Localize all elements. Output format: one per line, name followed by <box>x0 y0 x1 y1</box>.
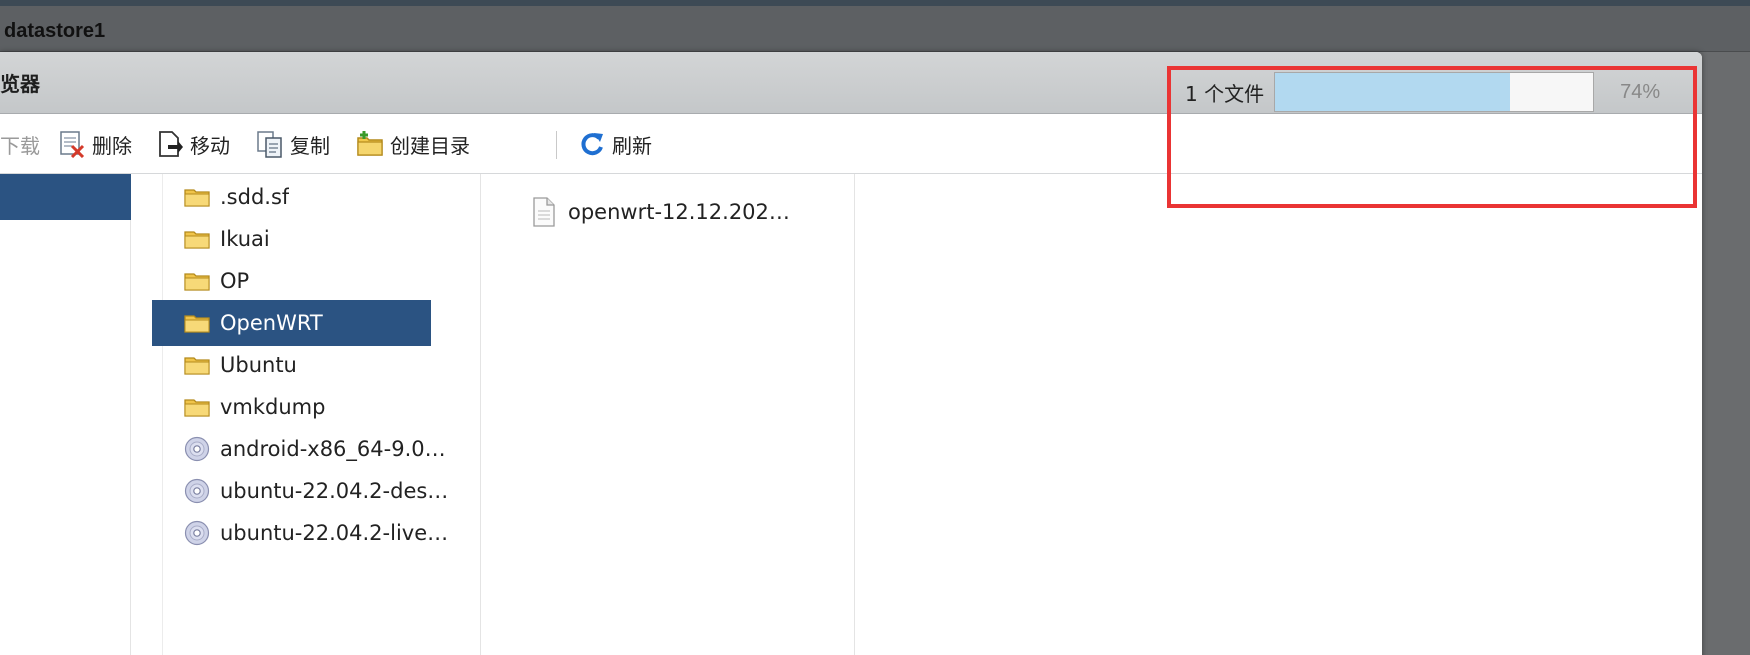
selected-tree-item[interactable] <box>0 174 131 220</box>
refresh-icon <box>581 133 603 156</box>
move-button[interactable]: 移动 <box>156 114 230 174</box>
file-name: openwrt-12.12.202… <box>568 200 790 224</box>
file-list-pane: openwrt-12.12.202… <box>481 174 855 655</box>
create-directory-label: 创建目录 <box>390 133 470 158</box>
list-item[interactable]: Ikuai <box>170 216 480 262</box>
folder-name: ubuntu-22.04.2-des… <box>220 479 449 503</box>
disc-icon <box>184 478 210 504</box>
copy-label: 复制 <box>290 133 330 158</box>
list-item[interactable]: OP <box>170 258 480 304</box>
move-icon <box>159 131 183 157</box>
dialog-title: 览器 <box>0 72 40 96</box>
copy-icon <box>257 131 282 158</box>
copy-button[interactable]: 复制 <box>256 114 330 174</box>
folder-name: vmkdump <box>220 395 326 419</box>
refresh-label: 刷新 <box>612 133 652 158</box>
folder-item-selected[interactable]: OpenWRT <box>152 300 431 346</box>
list-item[interactable]: android-x86_64-9.0… <box>170 426 480 472</box>
folder-name: ubuntu-22.04.2-live… <box>220 521 449 545</box>
list-item[interactable]: ubuntu-22.04.2-live… <box>170 510 480 556</box>
file-icon <box>533 197 555 227</box>
background-panel <box>1700 52 1750 655</box>
list-item[interactable]: Ubuntu <box>170 342 480 388</box>
folder-icon <box>184 189 210 207</box>
delete-icon <box>60 131 85 158</box>
folder-name: OpenWRT <box>220 311 323 335</box>
download-button[interactable]: 下载 <box>0 114 40 174</box>
download-label: 下载 <box>0 133 40 158</box>
list-item[interactable]: openwrt-12.12.202… <box>532 196 790 228</box>
highlight-box <box>1167 66 1697 208</box>
list-item[interactable]: .sdd.sf <box>170 174 480 220</box>
folder-list-pane: .sdd.sf Ikuai OP OpenWRT Ubuntu vmkdump androi… <box>152 174 481 655</box>
toolbar-separator <box>556 131 557 159</box>
datastore-title: datastore1 <box>4 20 106 42</box>
folder-icon <box>184 357 210 375</box>
disc-icon <box>184 520 210 546</box>
datastore-header: datastore1 <box>0 6 1750 52</box>
folder-icon <box>184 273 210 291</box>
folder-icon <box>184 231 210 249</box>
folder-name: Ubuntu <box>220 353 297 377</box>
move-label: 移动 <box>190 133 230 158</box>
datastore-tree-pane <box>0 174 131 655</box>
create-directory-button[interactable]: 创建目录 <box>356 114 470 174</box>
folder-name: Ikuai <box>220 227 270 251</box>
delete-label: 删除 <box>92 133 132 158</box>
folder-icon <box>184 315 210 333</box>
refresh-button[interactable]: 刷新 <box>578 114 652 174</box>
tree-pane-gutter <box>131 174 163 655</box>
disc-icon <box>184 436 210 462</box>
folder-name: android-x86_64-9.0… <box>220 437 446 461</box>
delete-button[interactable]: 删除 <box>58 114 132 174</box>
folder-name: .sdd.sf <box>220 185 290 209</box>
folder-icon <box>184 399 210 417</box>
list-item[interactable]: ubuntu-22.04.2-des… <box>170 468 480 514</box>
new-folder-icon <box>357 131 383 156</box>
list-item[interactable]: vmkdump <box>170 384 480 430</box>
folder-name: OP <box>220 269 250 293</box>
